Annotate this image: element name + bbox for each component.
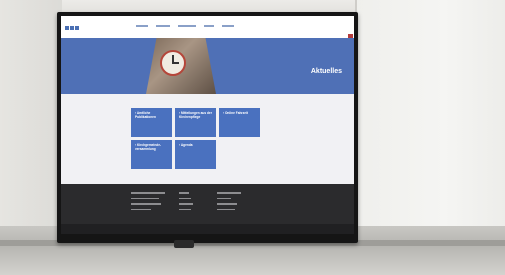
- nav-item[interactable]: [156, 25, 170, 27]
- site-header: [61, 16, 354, 52]
- footer-column: [217, 192, 247, 214]
- tile-agenda[interactable]: Agenda: [175, 140, 216, 169]
- nav-item[interactable]: [204, 25, 214, 27]
- tv-stand: [174, 240, 194, 248]
- tv-brand-logo: [192, 236, 222, 241]
- clock-icon: [160, 50, 186, 76]
- site-nav: [136, 25, 234, 27]
- footer-column: [131, 192, 169, 214]
- nav-item[interactable]: [178, 25, 196, 27]
- nav-item[interactable]: [136, 25, 148, 27]
- tile-amtliche-publikationen[interactable]: Amtliche Publikationen: [131, 108, 172, 137]
- tile-grid: Amtliche Publikationen Mitteilungen aus …: [131, 108, 261, 174]
- tile-online-fahrzeit[interactable]: Online Fahrzeit: [219, 108, 260, 137]
- tv-screen: Aktuelles Amtliche Publikationen Mitteil…: [61, 16, 354, 234]
- footer-bottom-bar: [61, 224, 354, 234]
- tile-kirchgemeindeversammlung[interactable]: Kirchgemeinde-versammlung: [131, 140, 172, 169]
- footer-column: [179, 192, 199, 214]
- tile-mitteilungen[interactable]: Mitteilungen aus der Kirchenpflege: [175, 108, 216, 137]
- tv-monitor: Aktuelles Amtliche Publikationen Mitteil…: [57, 12, 358, 243]
- clock-tower-image: [146, 38, 216, 94]
- hero-title: Aktuelles: [310, 68, 342, 75]
- nav-item[interactable]: [222, 25, 234, 27]
- hero-banner: Aktuelles: [61, 38, 354, 94]
- site-logo[interactable]: [65, 25, 87, 31]
